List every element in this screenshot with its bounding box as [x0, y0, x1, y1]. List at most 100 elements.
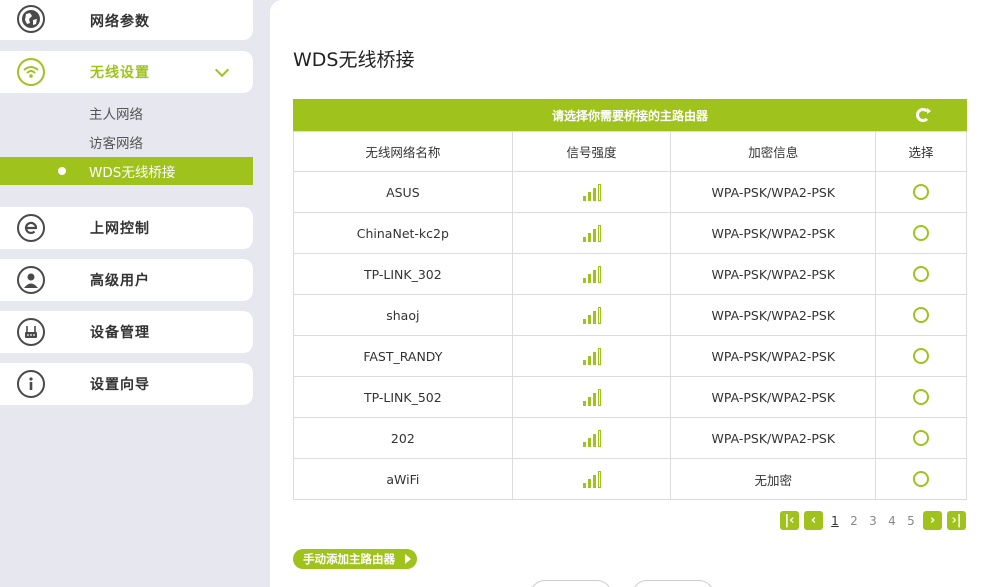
page-number[interactable]: 1 [828, 514, 842, 528]
bottom-button-left[interactable] [530, 580, 612, 587]
signal-cell [511, 171, 672, 213]
refresh-icon[interactable] [916, 108, 931, 122]
signal-bar [582, 360, 586, 365]
sub-item-label: WDS无线桥接 [89, 165, 176, 181]
network-name: FAST_RANDY [293, 335, 513, 377]
next-page-button[interactable]: › [923, 511, 942, 530]
signal-bar [587, 397, 591, 406]
signal-bar [597, 471, 601, 488]
menu-label: 上网控制 [90, 221, 150, 237]
main-panel: WDS无线桥接 请选择你需要桥接的主路由器 无线网络名称 信号强度 加密信息 选… [270, 0, 993, 587]
sidebar-item-wds-bridge[interactable]: WDS无线桥接 [0, 157, 253, 185]
select-cell [875, 335, 967, 377]
encryption-info: WPA-PSK/WPA2-PSK [670, 171, 877, 213]
signal-bar [597, 348, 601, 365]
encryption-info: WPA-PSK/WPA2-PSK [670, 376, 877, 418]
wifi-icon [17, 58, 45, 86]
table-row[interactable]: TP-LINK_502 WPA-PSK/WPA2-PSK [293, 376, 967, 418]
page-number[interactable]: 3 [866, 514, 880, 528]
prev-page-button[interactable]: ‹ [804, 511, 823, 530]
network-name: ASUS [293, 171, 513, 213]
select-cell [875, 376, 967, 418]
page-number[interactable]: 4 [885, 514, 899, 528]
select-cell [875, 212, 967, 254]
column-header-encryption: 加密信息 [670, 131, 877, 172]
menu-device-management[interactable]: 设备管理 [0, 311, 253, 353]
signal-bar [582, 237, 586, 242]
signal-bar [592, 475, 596, 488]
signal-bar [597, 266, 601, 283]
table-row[interactable]: ASUS WPA-PSK/WPA2-PSK [293, 171, 967, 213]
add-router-manually-button[interactable]: 手动添加主路由器 [293, 549, 417, 569]
signal-bar [597, 430, 601, 447]
select-radio[interactable] [913, 184, 930, 201]
signal-bar [587, 356, 591, 365]
signal-cell [511, 212, 672, 254]
menu-wireless-settings[interactable]: 无线设置 [0, 51, 253, 93]
table-header-bar: 请选择你需要桥接的主路由器 [293, 99, 967, 131]
network-name: TP-LINK_502 [293, 376, 513, 418]
add-router-label: 手动添加主路由器 [303, 552, 395, 566]
select-radio[interactable] [913, 266, 930, 283]
page-number[interactable]: 5 [904, 514, 918, 528]
encryption-info: 无加密 [670, 458, 877, 500]
signal-bar [592, 393, 596, 406]
table-row[interactable]: FAST_RANDY WPA-PSK/WPA2-PSK [293, 335, 967, 377]
signal-bar [587, 233, 591, 242]
pagination: |‹ ‹ 1 2 3 4 5 › ›| [780, 511, 966, 530]
signal-bar [582, 483, 586, 488]
menu-label: 设备管理 [90, 325, 150, 341]
select-radio[interactable] [913, 471, 930, 488]
sidebar-item-host-network[interactable]: 主人网络 [0, 99, 253, 127]
signal-cell [511, 458, 672, 500]
column-header-select: 选择 [875, 131, 967, 172]
select-radio[interactable] [913, 430, 930, 447]
signal-bar [587, 479, 591, 488]
signal-bar [587, 438, 591, 447]
table-row[interactable]: aWiFi 无加密 [293, 458, 967, 500]
select-radio[interactable] [913, 225, 930, 242]
page-number[interactable]: 2 [847, 514, 861, 528]
router-list-table: 请选择你需要桥接的主路由器 无线网络名称 信号强度 加密信息 选择 ASUS WP… [293, 99, 967, 500]
encryption-info: WPA-PSK/WPA2-PSK [670, 212, 877, 254]
select-radio[interactable] [913, 307, 930, 324]
sidebar-item-guest-network[interactable]: 访客网络 [0, 128, 253, 156]
table-row[interactable]: 202 WPA-PSK/WPA2-PSK [293, 417, 967, 459]
first-page-button[interactable]: |‹ [780, 511, 799, 530]
table-row[interactable]: TP-LINK_302 WPA-PSK/WPA2-PSK [293, 253, 967, 295]
info-icon [17, 370, 45, 398]
network-name: shaoj [293, 294, 513, 336]
page-title: WDS无线桥接 [293, 49, 415, 71]
signal-bar [597, 225, 601, 242]
sub-item-label: 访客网络 [89, 136, 143, 152]
router-icon [17, 318, 45, 346]
signal-strength-icon [582, 347, 601, 365]
menu-label: 无线设置 [90, 65, 150, 81]
table-row[interactable]: shaoj WPA-PSK/WPA2-PSK [293, 294, 967, 336]
select-radio[interactable] [913, 348, 930, 365]
menu-internet-control[interactable]: 上网控制 [0, 207, 253, 249]
signal-strength-icon [582, 265, 601, 283]
menu-setup-wizard[interactable]: 设置向导 [0, 363, 253, 405]
last-page-button[interactable]: ›| [947, 511, 966, 530]
signal-bar [592, 311, 596, 324]
table-row[interactable]: ChinaNet-kc2p WPA-PSK/WPA2-PSK [293, 212, 967, 254]
select-cell [875, 171, 967, 213]
signal-bar [582, 196, 586, 201]
signal-strength-icon [582, 470, 601, 488]
signal-bar [597, 307, 601, 324]
menu-network-params[interactable]: 网络参数 [0, 0, 253, 40]
globe-icon [17, 5, 45, 33]
bottom-button-right[interactable] [632, 580, 714, 587]
encryption-info: WPA-PSK/WPA2-PSK [670, 253, 877, 295]
menu-advanced-user[interactable]: 高级用户 [0, 259, 253, 301]
signal-bar [582, 278, 586, 283]
signal-strength-icon [582, 183, 601, 201]
signal-bar [587, 315, 591, 324]
sub-item-label: 主人网络 [89, 107, 143, 123]
select-cell [875, 417, 967, 459]
signal-bar [592, 229, 596, 242]
select-radio[interactable] [913, 389, 930, 406]
signal-strength-icon [582, 306, 601, 324]
active-dot-icon [58, 167, 66, 175]
